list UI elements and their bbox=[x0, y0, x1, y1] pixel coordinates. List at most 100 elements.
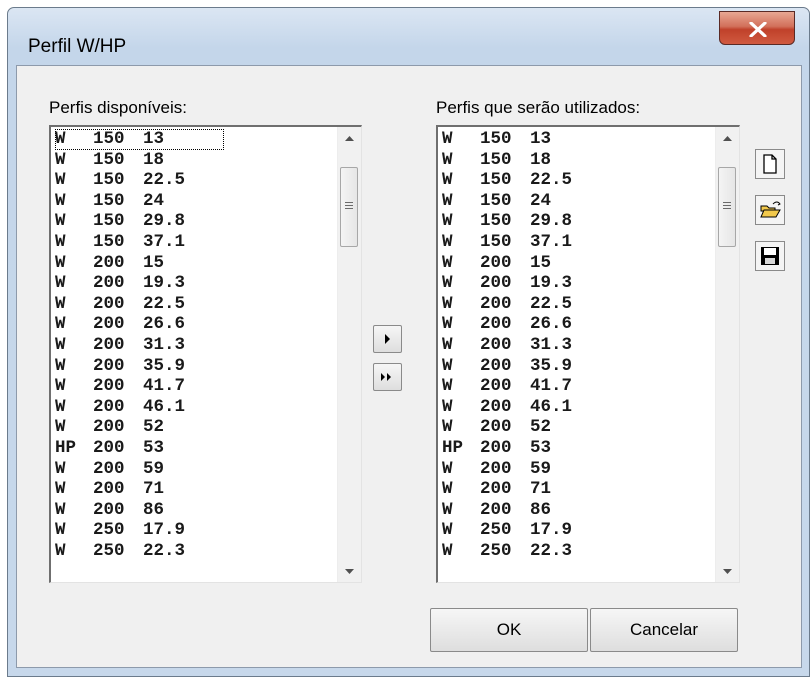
list-item[interactable]: W 150 18 bbox=[442, 150, 572, 171]
profile-type: HP bbox=[55, 437, 77, 458]
profile-height: 200 bbox=[480, 355, 512, 376]
list-item[interactable]: W 150 18 bbox=[55, 150, 224, 171]
list-item[interactable]: W 200 41.7 bbox=[55, 376, 224, 397]
list-item[interactable]: W 150 13 bbox=[55, 129, 225, 150]
profile-type: W bbox=[55, 231, 66, 252]
profile-height: 150 bbox=[480, 149, 512, 170]
profile-type: W bbox=[55, 129, 66, 149]
profile-weight: 86 bbox=[143, 499, 165, 520]
profile-type: W bbox=[442, 334, 453, 355]
list-item[interactable]: W 200 59 bbox=[55, 459, 224, 480]
profile-weight: 22.5 bbox=[143, 293, 186, 314]
profile-height: 200 bbox=[480, 376, 512, 397]
profile-height: 150 bbox=[480, 190, 512, 211]
list-item[interactable]: W 200 15 bbox=[442, 253, 572, 274]
list-item[interactable]: W 250 17.9 bbox=[442, 520, 572, 541]
list-item[interactable]: W 200 59 bbox=[442, 459, 572, 480]
profile-height: 200 bbox=[93, 479, 125, 500]
list-item[interactable]: W 250 22.3 bbox=[442, 541, 572, 562]
profile-type: W bbox=[55, 273, 66, 294]
list-item[interactable]: W 250 22.3 bbox=[55, 541, 224, 562]
list-item[interactable]: W 200 35.9 bbox=[442, 356, 572, 377]
profile-height: 150 bbox=[93, 149, 125, 170]
list-item[interactable]: W 200 71 bbox=[442, 479, 572, 500]
profile-weight: 59 bbox=[530, 458, 552, 479]
selected-list-scrollbar[interactable] bbox=[715, 127, 739, 582]
profile-height: 150 bbox=[480, 211, 512, 232]
profile-type: W bbox=[55, 252, 66, 273]
list-item[interactable]: W 200 52 bbox=[442, 417, 572, 438]
list-item[interactable]: W 200 52 bbox=[55, 417, 224, 438]
profile-height: 200 bbox=[93, 376, 125, 397]
list-item[interactable]: W 150 24 bbox=[55, 191, 224, 212]
dialog-client-area: Perfis disponíveis: Perfis que serão uti… bbox=[16, 65, 802, 668]
list-item[interactable]: W 150 22.5 bbox=[442, 170, 572, 191]
scroll-up-arrow-icon[interactable] bbox=[338, 127, 361, 149]
profile-type: W bbox=[55, 149, 66, 170]
close-button[interactable] bbox=[719, 11, 795, 45]
selected-profiles-list[interactable]: W 150 13 W 150 18 W 150 22.5 W 150 24 W 150 29.8 W 150 37… bbox=[436, 125, 740, 583]
list-item[interactable]: W 200 86 bbox=[442, 500, 572, 521]
save-button[interactable] bbox=[755, 241, 785, 271]
list-item[interactable]: W 200 22.5 bbox=[442, 294, 572, 315]
profile-height: 150 bbox=[93, 170, 125, 191]
list-item[interactable]: W 200 31.3 bbox=[55, 335, 224, 356]
list-item[interactable]: HP 200 53 bbox=[55, 438, 224, 459]
profile-weight: 17.9 bbox=[143, 520, 186, 541]
scroll-thumb[interactable] bbox=[340, 167, 358, 247]
open-folder-button[interactable] bbox=[755, 195, 785, 225]
profile-weight: 86 bbox=[530, 499, 552, 520]
profile-height: 200 bbox=[93, 458, 125, 479]
list-item[interactable]: W 200 26.6 bbox=[442, 314, 572, 335]
list-item[interactable]: W 150 29.8 bbox=[442, 211, 572, 232]
list-item[interactable]: W 200 35.9 bbox=[55, 356, 224, 377]
profile-weight: 26.6 bbox=[530, 314, 573, 335]
list-item[interactable]: W 200 46.1 bbox=[55, 397, 224, 418]
scroll-down-arrow-icon[interactable] bbox=[716, 560, 739, 582]
ok-button[interactable]: OK bbox=[430, 608, 588, 652]
move-all-button[interactable] bbox=[373, 363, 402, 391]
list-item[interactable]: W 150 13 bbox=[442, 129, 572, 150]
scroll-down-arrow-icon[interactable] bbox=[338, 560, 361, 582]
list-item[interactable]: W 150 37.1 bbox=[442, 232, 572, 253]
new-file-button[interactable] bbox=[755, 149, 785, 179]
list-item[interactable]: W 200 86 bbox=[55, 500, 224, 521]
list-item[interactable]: W 200 19.3 bbox=[442, 273, 572, 294]
list-item[interactable]: W 150 24 bbox=[442, 191, 572, 212]
list-item[interactable]: HP 200 53 bbox=[442, 438, 572, 459]
profile-type: W bbox=[55, 417, 66, 438]
list-item[interactable]: W 200 71 bbox=[55, 479, 224, 500]
double-triangle-right-icon bbox=[381, 373, 391, 381]
scroll-up-arrow-icon[interactable] bbox=[716, 127, 739, 149]
profile-weight: 19.3 bbox=[143, 273, 186, 294]
list-item[interactable]: W 200 26.6 bbox=[55, 314, 224, 335]
list-item[interactable]: W 200 41.7 bbox=[442, 376, 572, 397]
profile-weight: 52 bbox=[143, 417, 165, 438]
profile-height: 250 bbox=[93, 540, 125, 561]
available-profiles-list[interactable]: W 150 13 W 150 18 W 150 22.5 W 150 24 W 150 29.8 W 150 37… bbox=[49, 125, 362, 583]
scroll-thumb[interactable] bbox=[718, 167, 736, 247]
list-item[interactable]: W 150 22.5 bbox=[55, 170, 224, 191]
move-one-button[interactable] bbox=[373, 325, 402, 353]
profile-height: 200 bbox=[480, 252, 512, 273]
profile-type: W bbox=[442, 190, 453, 211]
profile-height: 250 bbox=[480, 520, 512, 541]
profile-weight: 15 bbox=[143, 252, 165, 273]
list-item[interactable]: W 200 15 bbox=[55, 253, 224, 274]
profile-type: W bbox=[55, 376, 66, 397]
open-folder-icon bbox=[760, 201, 781, 218]
list-item[interactable]: W 150 29.8 bbox=[55, 211, 224, 232]
list-item[interactable]: W 200 46.1 bbox=[442, 397, 572, 418]
list-item[interactable]: W 150 37.1 bbox=[55, 232, 224, 253]
available-list-scrollbar[interactable] bbox=[337, 127, 361, 582]
profile-height: 200 bbox=[93, 499, 125, 520]
list-item[interactable]: W 250 17.9 bbox=[55, 520, 224, 541]
list-item[interactable]: W 200 31.3 bbox=[442, 335, 572, 356]
list-item[interactable]: W 200 19.3 bbox=[55, 273, 224, 294]
profile-type: W bbox=[55, 540, 66, 561]
profile-type: W bbox=[55, 314, 66, 335]
list-item[interactable]: W 200 22.5 bbox=[55, 294, 224, 315]
dialog-window: Perfil W/HP Perfis disponíveis: Perfis q… bbox=[7, 7, 810, 677]
cancel-button[interactable]: Cancelar bbox=[590, 608, 738, 652]
selected-profiles-label: Perfis que serão utilizados: bbox=[436, 98, 641, 117]
